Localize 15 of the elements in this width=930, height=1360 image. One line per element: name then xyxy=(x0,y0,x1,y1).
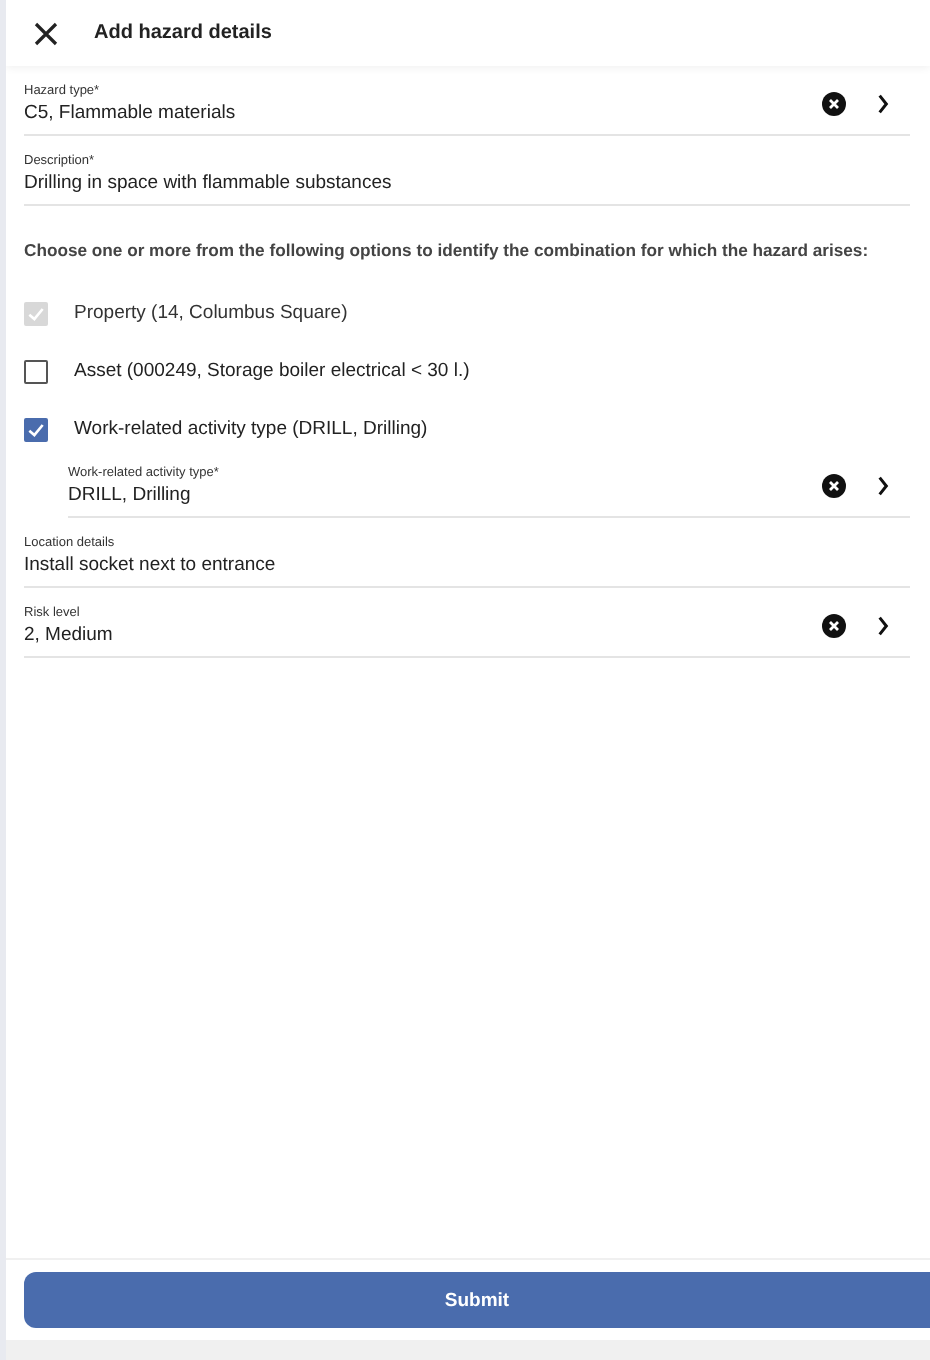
submit-button[interactable]: Submit xyxy=(24,1272,930,1328)
checkbox[interactable] xyxy=(24,359,48,383)
dialog-title: Add hazard details xyxy=(94,22,272,44)
chevron-right-icon[interactable] xyxy=(876,476,890,496)
close-icon[interactable] xyxy=(34,21,58,45)
checkbox[interactable] xyxy=(24,417,48,441)
clear-icon[interactable] xyxy=(822,614,846,638)
option-label: Property (14, Columbus Square) xyxy=(74,302,348,324)
clear-icon[interactable] xyxy=(822,92,846,116)
clear-icon[interactable] xyxy=(822,474,846,498)
chevron-right-icon[interactable] xyxy=(876,616,890,636)
chevron-right-icon[interactable] xyxy=(876,94,890,114)
option-label: Asset (000249, Storage boiler electrical < 30 l.) xyxy=(74,360,470,382)
options-instruction: Choose one or more from the following options to identify the combination for which the hazard arises: xyxy=(24,240,871,260)
option-label: Work-related activity type (DRILL, Drilling) xyxy=(74,418,428,440)
